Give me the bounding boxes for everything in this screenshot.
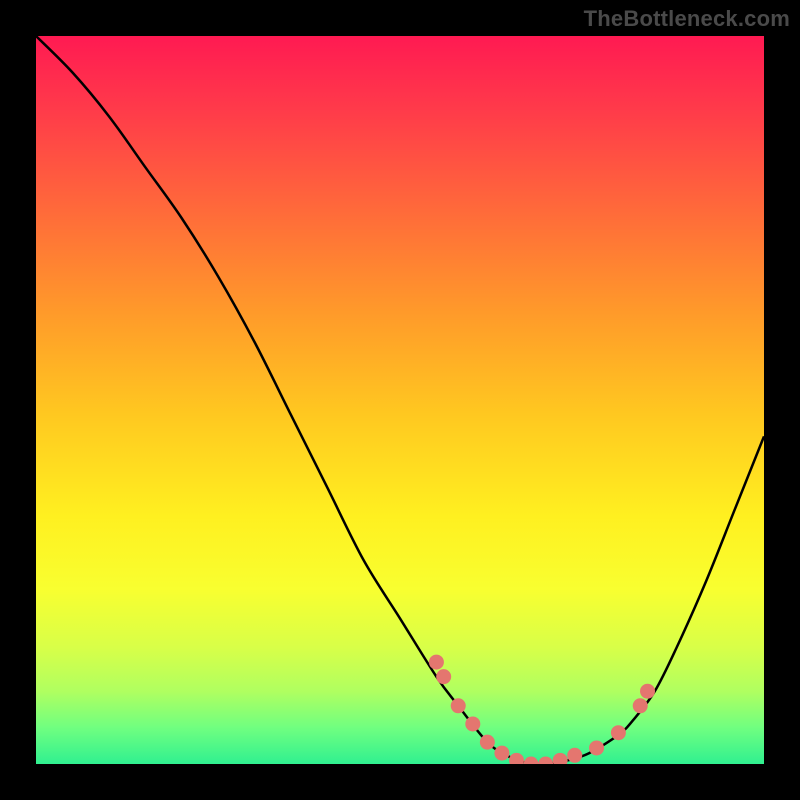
data-dots <box>429 655 655 764</box>
curve-svg <box>36 36 764 764</box>
data-dot <box>538 757 553 765</box>
plot-area <box>36 36 764 764</box>
chart-frame: TheBottleneck.com <box>0 0 800 800</box>
data-dot <box>436 669 451 684</box>
data-dot <box>633 698 648 713</box>
data-dot <box>611 725 626 740</box>
watermark-text: TheBottleneck.com <box>584 6 790 32</box>
data-dot <box>524 757 539 765</box>
data-dot <box>640 684 655 699</box>
data-dot <box>567 748 582 763</box>
data-dot <box>589 740 604 755</box>
data-dot <box>553 753 568 764</box>
data-dot <box>465 716 480 731</box>
data-dot <box>429 655 444 670</box>
bottleneck-curve <box>36 36 764 764</box>
data-dot <box>451 698 466 713</box>
data-dot <box>494 746 509 761</box>
data-dot <box>480 735 495 750</box>
data-dot <box>509 753 524 764</box>
